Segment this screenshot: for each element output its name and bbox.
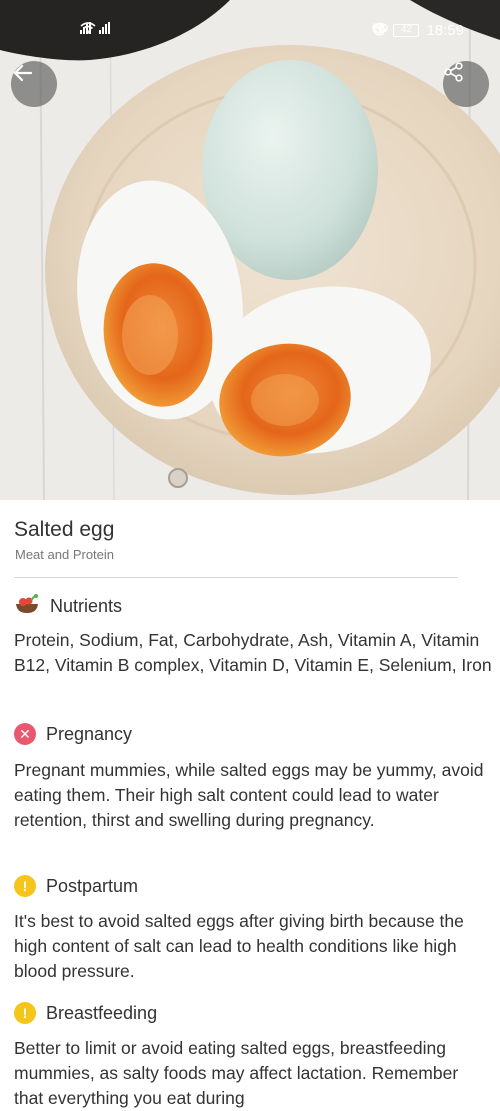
pregnancy-header: ✕ Pregnancy (14, 723, 132, 745)
battery-icon: 42 (393, 24, 420, 37)
postpartum-text: It's best to avoid salted eggs after giv… (14, 911, 464, 981)
pregnancy-title: Pregnancy (46, 723, 133, 744)
x-circle-icon: ✕ (14, 723, 36, 745)
breastfeeding-title: Breastfeeding (46, 1002, 158, 1023)
clock: 18:59 (426, 22, 464, 39)
food-photo: 42 18:59 (0, 0, 500, 500)
breastfeeding-text: Better to limit or avoid eating salted e… (14, 1038, 459, 1108)
back-button[interactable] (11, 61, 57, 107)
exclamation-circle-icon: ! (14, 875, 36, 897)
food-title: Salted egg (14, 518, 115, 541)
share-button[interactable] (443, 61, 489, 107)
nutrients-title: Nutrients (50, 596, 123, 616)
divider (14, 577, 458, 578)
cellular-signal-icon (99, 22, 110, 34)
nutrients-text: Protein, Sodium, Fat, Carbohydrate, Ash,… (14, 630, 492, 675)
salted-egg-image (0, 0, 500, 500)
food-category: Meat and Protein (15, 547, 115, 562)
pregnancy-text: Pregnant mummies, while salted eggs may … (14, 760, 484, 830)
food-bowl-icon (14, 593, 40, 620)
nutrients-header: Nutrients (14, 593, 122, 620)
postpartum-header: ! Postpartum (14, 875, 138, 897)
status-bar: 42 18:59 (0, 0, 500, 40)
postpartum-title: Postpartum (46, 875, 139, 896)
food-detail-screen: 42 18:59 Salted egg Meat and Protein Nut… (0, 0, 500, 1111)
exclamation-circle-icon: ! (14, 1002, 36, 1024)
breastfeeding-header: ! Breastfeeding (14, 1002, 157, 1024)
food-details: Salted egg Meat and Protein Nutrients Pr… (0, 500, 500, 1111)
